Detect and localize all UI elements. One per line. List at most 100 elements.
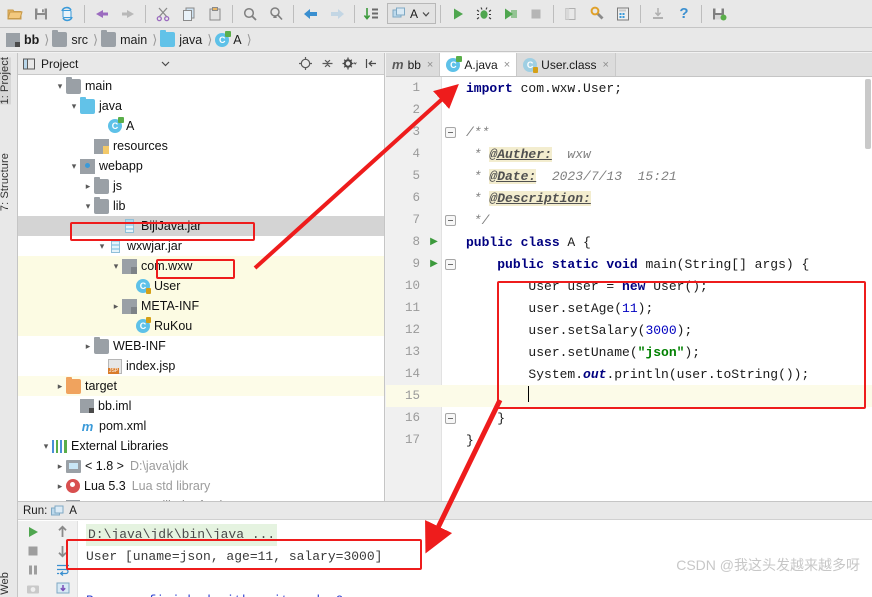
- breadcrumb-item-src[interactable]: src: [50, 30, 91, 47]
- tree-node[interactable]: ▸ META-INF: [18, 296, 384, 316]
- tab-user-class[interactable]: C User.class ×: [517, 53, 616, 76]
- run-icon[interactable]: [445, 2, 471, 26]
- collapse-all-icon[interactable]: [319, 55, 336, 73]
- chevron-down-icon[interactable]: ▾: [110, 261, 122, 272]
- chevron-down-icon[interactable]: ▾: [68, 161, 80, 172]
- fold-toggle-icon[interactable]: [444, 214, 456, 226]
- soft-wrap-icon[interactable]: [52, 561, 74, 578]
- sort-icon[interactable]: [359, 2, 385, 26]
- copy-icon[interactable]: [176, 2, 202, 26]
- project-structure-icon[interactable]: [610, 2, 636, 26]
- run-gutter-icon[interactable]: ▶: [430, 258, 438, 270]
- run-icon[interactable]: [22, 523, 44, 540]
- code-line[interactable]: 2: [386, 99, 872, 121]
- code-line[interactable]: 12 user.setSalary(3000);: [386, 319, 872, 341]
- tree-node[interactable]: BijiJava.jar: [18, 216, 384, 236]
- code-line[interactable]: 17}: [386, 429, 872, 451]
- chevron-down-icon[interactable]: [157, 55, 174, 73]
- redo-icon[interactable]: [115, 2, 141, 26]
- code-line[interactable]: 11 user.setAge(11);: [386, 297, 872, 319]
- close-icon[interactable]: ×: [603, 59, 609, 71]
- updates-icon[interactable]: [645, 2, 671, 26]
- pause-icon[interactable]: [22, 561, 44, 578]
- tree-node[interactable]: ▾ java: [18, 96, 384, 116]
- tree-node[interactable]: ▸ < 1.8 > D:\java\jdk: [18, 456, 384, 476]
- help-icon[interactable]: ?: [671, 2, 697, 26]
- tree-node[interactable]: C RuKou: [18, 316, 384, 336]
- breadcrumb-item-java[interactable]: java: [158, 30, 205, 47]
- paste-icon[interactable]: [202, 2, 228, 26]
- close-icon[interactable]: ×: [504, 59, 510, 71]
- back-icon[interactable]: [298, 2, 324, 26]
- debug-icon[interactable]: [471, 2, 497, 26]
- tool-window-button-structure[interactable]: 7: Structure: [0, 153, 11, 211]
- find-icon[interactable]: [237, 2, 263, 26]
- hide-icon[interactable]: [363, 55, 380, 73]
- tree-node[interactable]: ▸ js: [18, 176, 384, 196]
- tree-node[interactable]: ▾ main: [18, 76, 384, 96]
- chevron-right-icon[interactable]: ▸: [54, 481, 66, 492]
- fold-toggle-icon[interactable]: [444, 412, 456, 424]
- tab-a-java[interactable]: C A.java ×: [440, 53, 518, 76]
- code-line[interactable]: 14 System.out.println(user.toString());: [386, 363, 872, 385]
- breadcrumb-item-bb[interactable]: bb: [4, 32, 42, 47]
- fold-toggle-icon[interactable]: [444, 258, 456, 270]
- tree-node[interactable]: bb.iml: [18, 396, 384, 416]
- run-configuration-selector[interactable]: A: [387, 3, 437, 24]
- chevron-right-icon[interactable]: ▸: [82, 341, 94, 352]
- tree-node[interactable]: CA: [18, 116, 384, 136]
- tree-node[interactable]: ▾ External Libraries: [18, 436, 384, 456]
- save-icon[interactable]: [706, 2, 732, 26]
- save-all-icon[interactable]: [28, 2, 54, 26]
- code-line[interactable]: 9 ▶ public static void main(String[] args…: [386, 253, 872, 275]
- camera-icon[interactable]: [22, 580, 44, 597]
- code-line[interactable]: 8 ▶ public class A {: [386, 231, 872, 253]
- console-output[interactable]: D:\java\jdk\bin\java ... User [uname=json…: [78, 521, 872, 597]
- gear-icon[interactable]: [341, 55, 358, 73]
- editor-scrollbar[interactable]: [865, 79, 871, 149]
- open-folder-icon[interactable]: [2, 2, 28, 26]
- run-gutter-icon[interactable]: ▶: [430, 236, 438, 248]
- sync-icon[interactable]: [54, 2, 80, 26]
- cut-icon[interactable]: [150, 2, 176, 26]
- chevron-down-icon[interactable]: ▾: [96, 241, 108, 252]
- code-line[interactable]: 16 }: [386, 407, 872, 429]
- scroll-to-end-icon[interactable]: [52, 580, 74, 597]
- tab-bb[interactable]: m bb ×: [386, 53, 441, 76]
- run-config-label[interactable]: A: [69, 505, 77, 517]
- target-icon[interactable]: [297, 55, 314, 73]
- code-line[interactable]: 5 * @Date: 2023/7/13 15:21: [386, 165, 872, 187]
- code-line[interactable]: 4 * @Auther: wxw: [386, 143, 872, 165]
- forward-icon[interactable]: [324, 2, 350, 26]
- tree-node[interactable]: resources: [18, 136, 384, 156]
- tree-node[interactable]: ▸ target: [18, 376, 384, 396]
- close-icon[interactable]: ×: [427, 59, 433, 71]
- code-line[interactable]: 7 */: [386, 209, 872, 231]
- replace-icon[interactable]: [263, 2, 289, 26]
- up-icon[interactable]: [52, 523, 74, 540]
- chevron-down-icon[interactable]: ▾: [68, 101, 80, 112]
- code-line[interactable]: 1 import com.wxw.User;: [386, 77, 872, 99]
- code-line[interactable]: 3 /**: [386, 121, 872, 143]
- chevron-down-icon[interactable]: ▾: [54, 81, 66, 92]
- tree-node[interactable]: ▾ webapp: [18, 156, 384, 176]
- down-icon[interactable]: [52, 542, 74, 559]
- stop-icon[interactable]: [22, 542, 44, 559]
- run-with-coverage-icon[interactable]: [497, 2, 523, 26]
- chevron-right-icon[interactable]: ▸: [82, 181, 94, 192]
- code-line[interactable]: 13 user.setUname("json");: [386, 341, 872, 363]
- chevron-down-icon[interactable]: ▾: [40, 441, 52, 452]
- tool-window-button-project[interactable]: 1: Project: [0, 57, 11, 105]
- chevron-down-icon[interactable]: ▾: [82, 201, 94, 212]
- chevron-right-icon[interactable]: ▸: [110, 301, 122, 312]
- code-line[interactable]: 6 * @Description:: [386, 187, 872, 209]
- code-line[interactable]: 10 User user = new User();: [386, 275, 872, 297]
- settings-icon[interactable]: [584, 2, 610, 26]
- chevron-right-icon[interactable]: ▸: [54, 461, 66, 472]
- tree-node[interactable]: m pom.xml: [18, 416, 384, 436]
- tree-node[interactable]: C User: [18, 276, 384, 296]
- tool-window-button-web[interactable]: Web: [0, 572, 11, 595]
- tree-node[interactable]: ▸ WEB-INF: [18, 336, 384, 356]
- tree-node[interactable]: index.jsp: [18, 356, 384, 376]
- code-line[interactable]: 15: [386, 385, 872, 407]
